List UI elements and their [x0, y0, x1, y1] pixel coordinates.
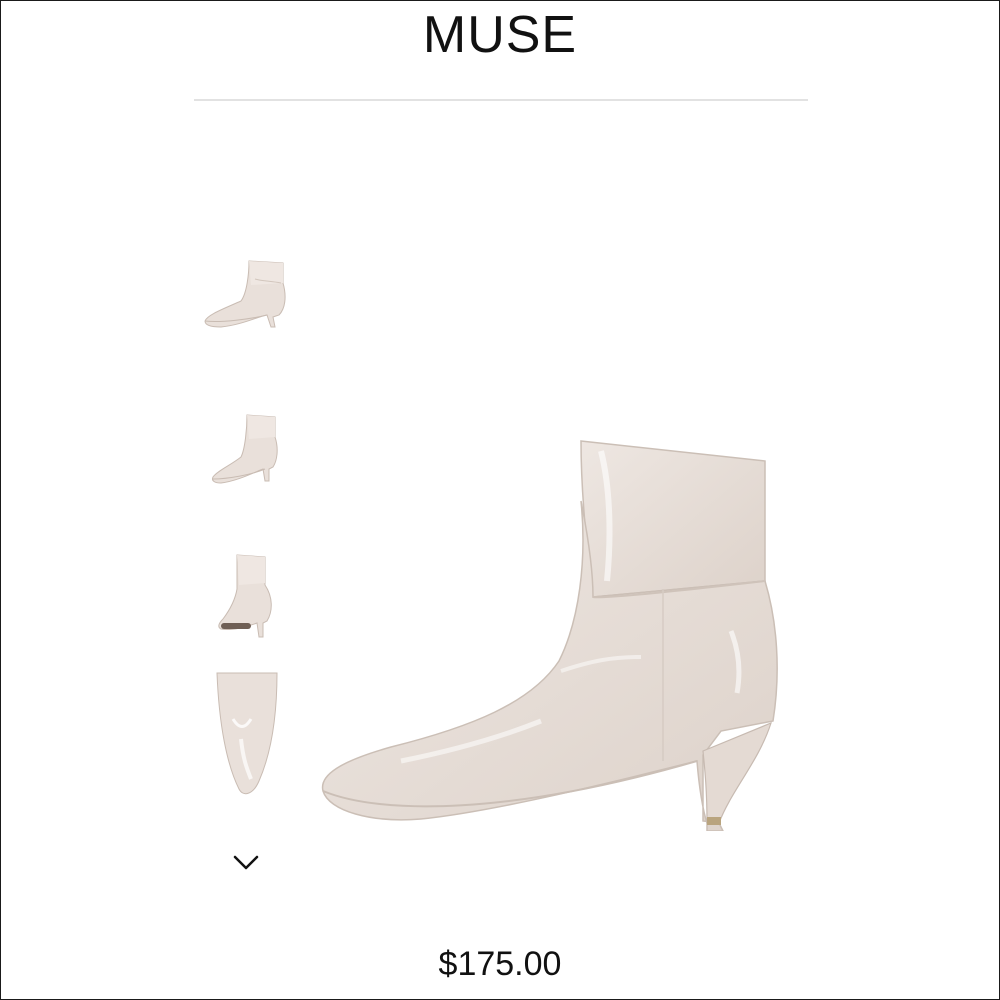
thumbnail-side-right[interactable]: [207, 409, 287, 489]
boot-thumbnail-image: [204, 260, 286, 328]
thumbnail-toe-view[interactable]: [211, 669, 283, 799]
main-product-image: [311, 431, 791, 832]
thumbnail-back-view[interactable]: [211, 549, 281, 643]
boot-thumbnail-image: [212, 414, 278, 484]
boot-thumbnail-image: [216, 672, 278, 795]
brand-title: MUSE: [422, 6, 578, 64]
thumbnail-side-left[interactable]: [201, 253, 293, 333]
chevron-down-icon[interactable]: [231, 849, 261, 875]
page-frame: MUSE $175.00: [0, 0, 1000, 1000]
boot-thumbnail-image: [218, 554, 272, 638]
product-price: $175.00: [438, 945, 562, 983]
header-divider: [194, 99, 808, 101]
